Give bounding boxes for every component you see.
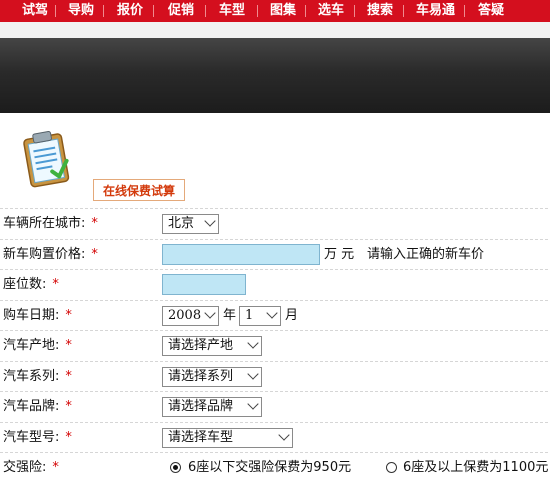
radio-under-6-seats[interactable]: [170, 462, 181, 473]
nav-separator: [403, 5, 404, 17]
clipboard-icon: [20, 128, 76, 190]
nav-item-price[interactable]: 报价: [117, 0, 143, 22]
year-unit: 年: [223, 308, 237, 323]
city-select[interactable]: 北京: [162, 214, 219, 234]
origin-row: 汽车产地: * 请选择产地: [0, 331, 550, 361]
compulsory-insurance-label: 交强险: *: [3, 460, 59, 475]
price-unit: 万 元: [324, 247, 355, 262]
chevron-down-icon: [204, 307, 216, 319]
nav-separator: [153, 5, 154, 17]
nav-item-faq[interactable]: 答疑: [478, 0, 504, 22]
header-gap: [0, 22, 550, 38]
city-row: 车辆所在城市: * 北京: [0, 209, 550, 239]
origin-select[interactable]: 请选择产地: [162, 336, 262, 356]
price-input[interactable]: [162, 244, 320, 265]
nav-separator: [257, 5, 258, 17]
nav-item-gallery[interactable]: 图集: [270, 0, 296, 22]
price-label: 新车购置价格: *: [3, 247, 98, 262]
brand-select[interactable]: 请选择品牌: [162, 397, 262, 417]
city-label: 车辆所在城市: *: [3, 216, 98, 231]
radio-6-seats-and-above[interactable]: [386, 462, 397, 473]
purchase-date-row: 购车日期: * 2008 年 1 月: [0, 301, 550, 331]
calculator-title: 在线保费试算: [93, 179, 185, 201]
nav-item-models[interactable]: 车型: [219, 0, 245, 22]
nav-item-choose-car[interactable]: 选车: [318, 0, 344, 22]
nav-item-search[interactable]: 搜索: [367, 0, 393, 22]
month-select[interactable]: 1: [239, 306, 281, 326]
seats-input[interactable]: [162, 274, 246, 295]
nav-separator: [55, 5, 56, 17]
chevron-down-icon: [266, 307, 278, 319]
series-select[interactable]: 请选择系列: [162, 367, 262, 387]
year-select[interactable]: 2008: [162, 306, 219, 326]
series-label: 汽车系列: *: [3, 369, 72, 384]
chevron-down-icon: [247, 368, 259, 380]
top-nav: 试驾 导购 报价 促销 车型 图集 选车 搜索 车易通 答疑: [0, 0, 550, 22]
model-select[interactable]: 请选择车型: [162, 428, 293, 448]
series-row: 汽车系列: * 请选择系列: [0, 362, 550, 392]
purchase-date-label: 购车日期: *: [3, 308, 72, 323]
nav-separator: [305, 5, 306, 17]
option-6-seats-and-above-label: 6座及以上保费为1100元: [403, 460, 549, 475]
seats-row: 座位数: *: [0, 270, 550, 300]
chevron-down-icon: [247, 337, 259, 349]
compulsory-insurance-row: 交强险: * 6座以下交强险保费为950元 6座及以上保费为1100元: [0, 453, 550, 483]
origin-label: 汽车产地: *: [3, 338, 72, 353]
nav-item-cheyitong[interactable]: 车易通: [416, 0, 455, 22]
price-row: 新车购置价格: * 万 元 请输入正确的新车价: [0, 240, 550, 270]
seats-label: 座位数: *: [3, 277, 59, 292]
dark-banner: [0, 38, 550, 113]
nav-item-guide[interactable]: 导购: [68, 0, 94, 22]
model-row: 汽车型号: * 请选择车型: [0, 423, 550, 453]
nav-separator: [354, 5, 355, 17]
chevron-down-icon: [247, 398, 259, 410]
nav-item-test-drive[interactable]: 试驾: [22, 0, 48, 22]
brand-label: 汽车品牌: *: [3, 399, 72, 414]
model-label: 汽车型号: *: [3, 430, 72, 445]
option-under-6-seats-label: 6座以下交强险保费为950元: [188, 460, 352, 475]
chevron-down-icon: [278, 429, 290, 441]
price-hint: 请输入正确的新车价: [367, 247, 485, 262]
nav-separator: [464, 5, 465, 17]
nav-item-promotion[interactable]: 促销: [168, 0, 194, 22]
month-unit: 月: [285, 308, 299, 323]
nav-separator: [103, 5, 104, 17]
chevron-down-icon: [204, 215, 216, 227]
brand-row: 汽车品牌: * 请选择品牌: [0, 392, 550, 422]
nav-separator: [205, 5, 206, 17]
